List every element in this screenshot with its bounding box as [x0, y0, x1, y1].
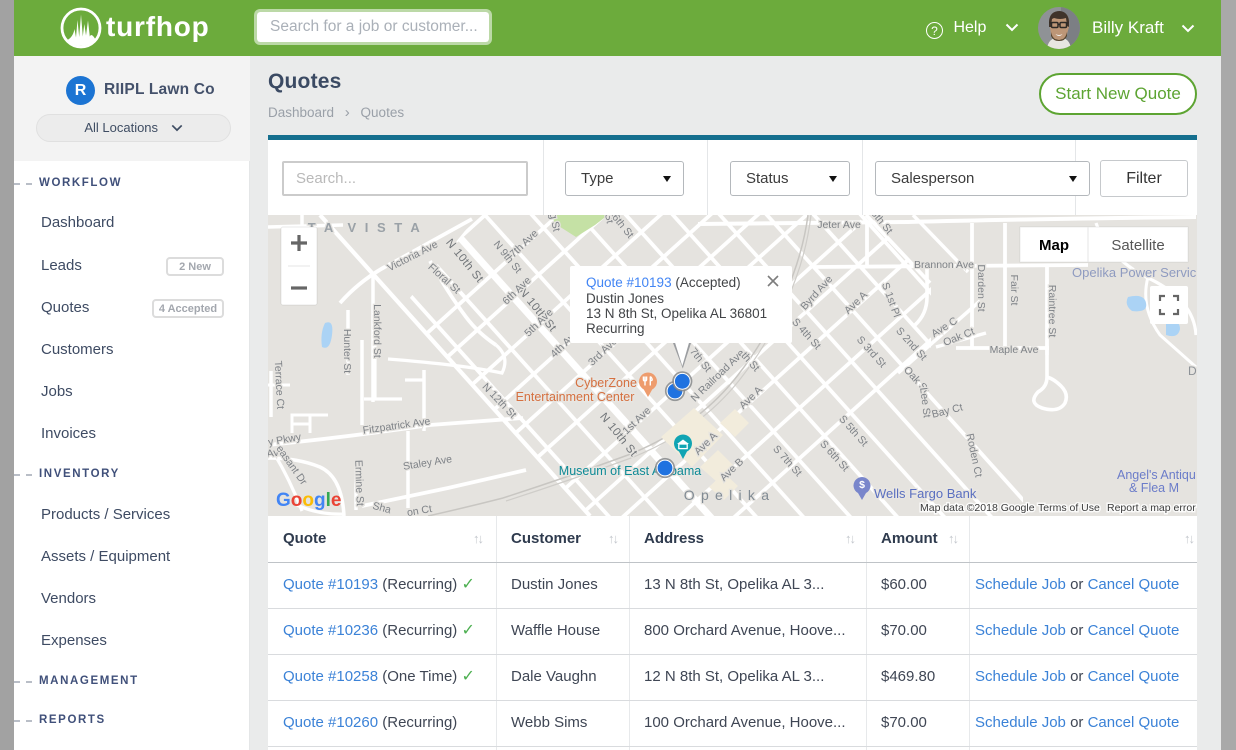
svg-text:$: $ [859, 479, 865, 491]
svg-text:Brannon Ave: Brannon Ave [914, 259, 974, 271]
svg-text:Angel's Antiqu: Angel's Antiqu [1117, 468, 1196, 482]
svg-text:D: D [1188, 364, 1197, 378]
svg-text:Darden St: Darden St [975, 264, 987, 311]
svg-text:Dustin Jones: Dustin Jones [586, 291, 664, 306]
svg-text:O p e l i k a: O p e l i k a [684, 487, 770, 503]
svg-text:13 N 8th St, Opelika AL 36801: 13 N 8th St, Opelika AL 36801 [586, 306, 767, 321]
svg-text:Terms of Use: Terms of Use [1038, 502, 1100, 514]
svg-text:Report a map error: Report a map error [1107, 502, 1196, 514]
svg-text:Lankford St: Lankford St [371, 304, 383, 358]
svg-text:Wells Fargo Bank: Wells Fargo Bank [874, 486, 977, 501]
svg-text:Hunter St: Hunter St [341, 329, 353, 373]
svg-text:Satellite: Satellite [1111, 237, 1164, 254]
svg-text:Maple Ave: Maple Ave [990, 344, 1039, 356]
svg-text:Map: Map [1039, 237, 1069, 254]
svg-text:T A V I S T A: T A V I S T A [308, 220, 422, 235]
svg-text:Jeter Ave: Jeter Ave [817, 219, 861, 231]
svg-text:Entertainment Center: Entertainment Center [516, 390, 635, 404]
svg-text:Fair St: Fair St [1008, 275, 1020, 306]
svg-text:CyberZone: CyberZone [575, 376, 637, 390]
svg-text:Opelika Power Servic: Opelika Power Servic [1072, 265, 1197, 280]
svg-text:Quote #10193 (Accepted): Quote #10193 (Accepted) [586, 275, 741, 290]
svg-text:Map data ©2018 Google: Map data ©2018 Google [920, 502, 1035, 514]
svg-text:Raintree St: Raintree St [1046, 285, 1058, 338]
svg-text:Museum of East Alabama: Museum of East Alabama [559, 464, 701, 478]
svg-text:Google: Google [276, 490, 341, 511]
svg-text:Terrace Ct: Terrace Ct [272, 360, 287, 409]
svg-text:Recurring: Recurring [586, 321, 645, 336]
svg-text:& Flea M: & Flea M [1129, 481, 1179, 495]
svg-text:Ermine St: Ermine St [352, 460, 366, 507]
